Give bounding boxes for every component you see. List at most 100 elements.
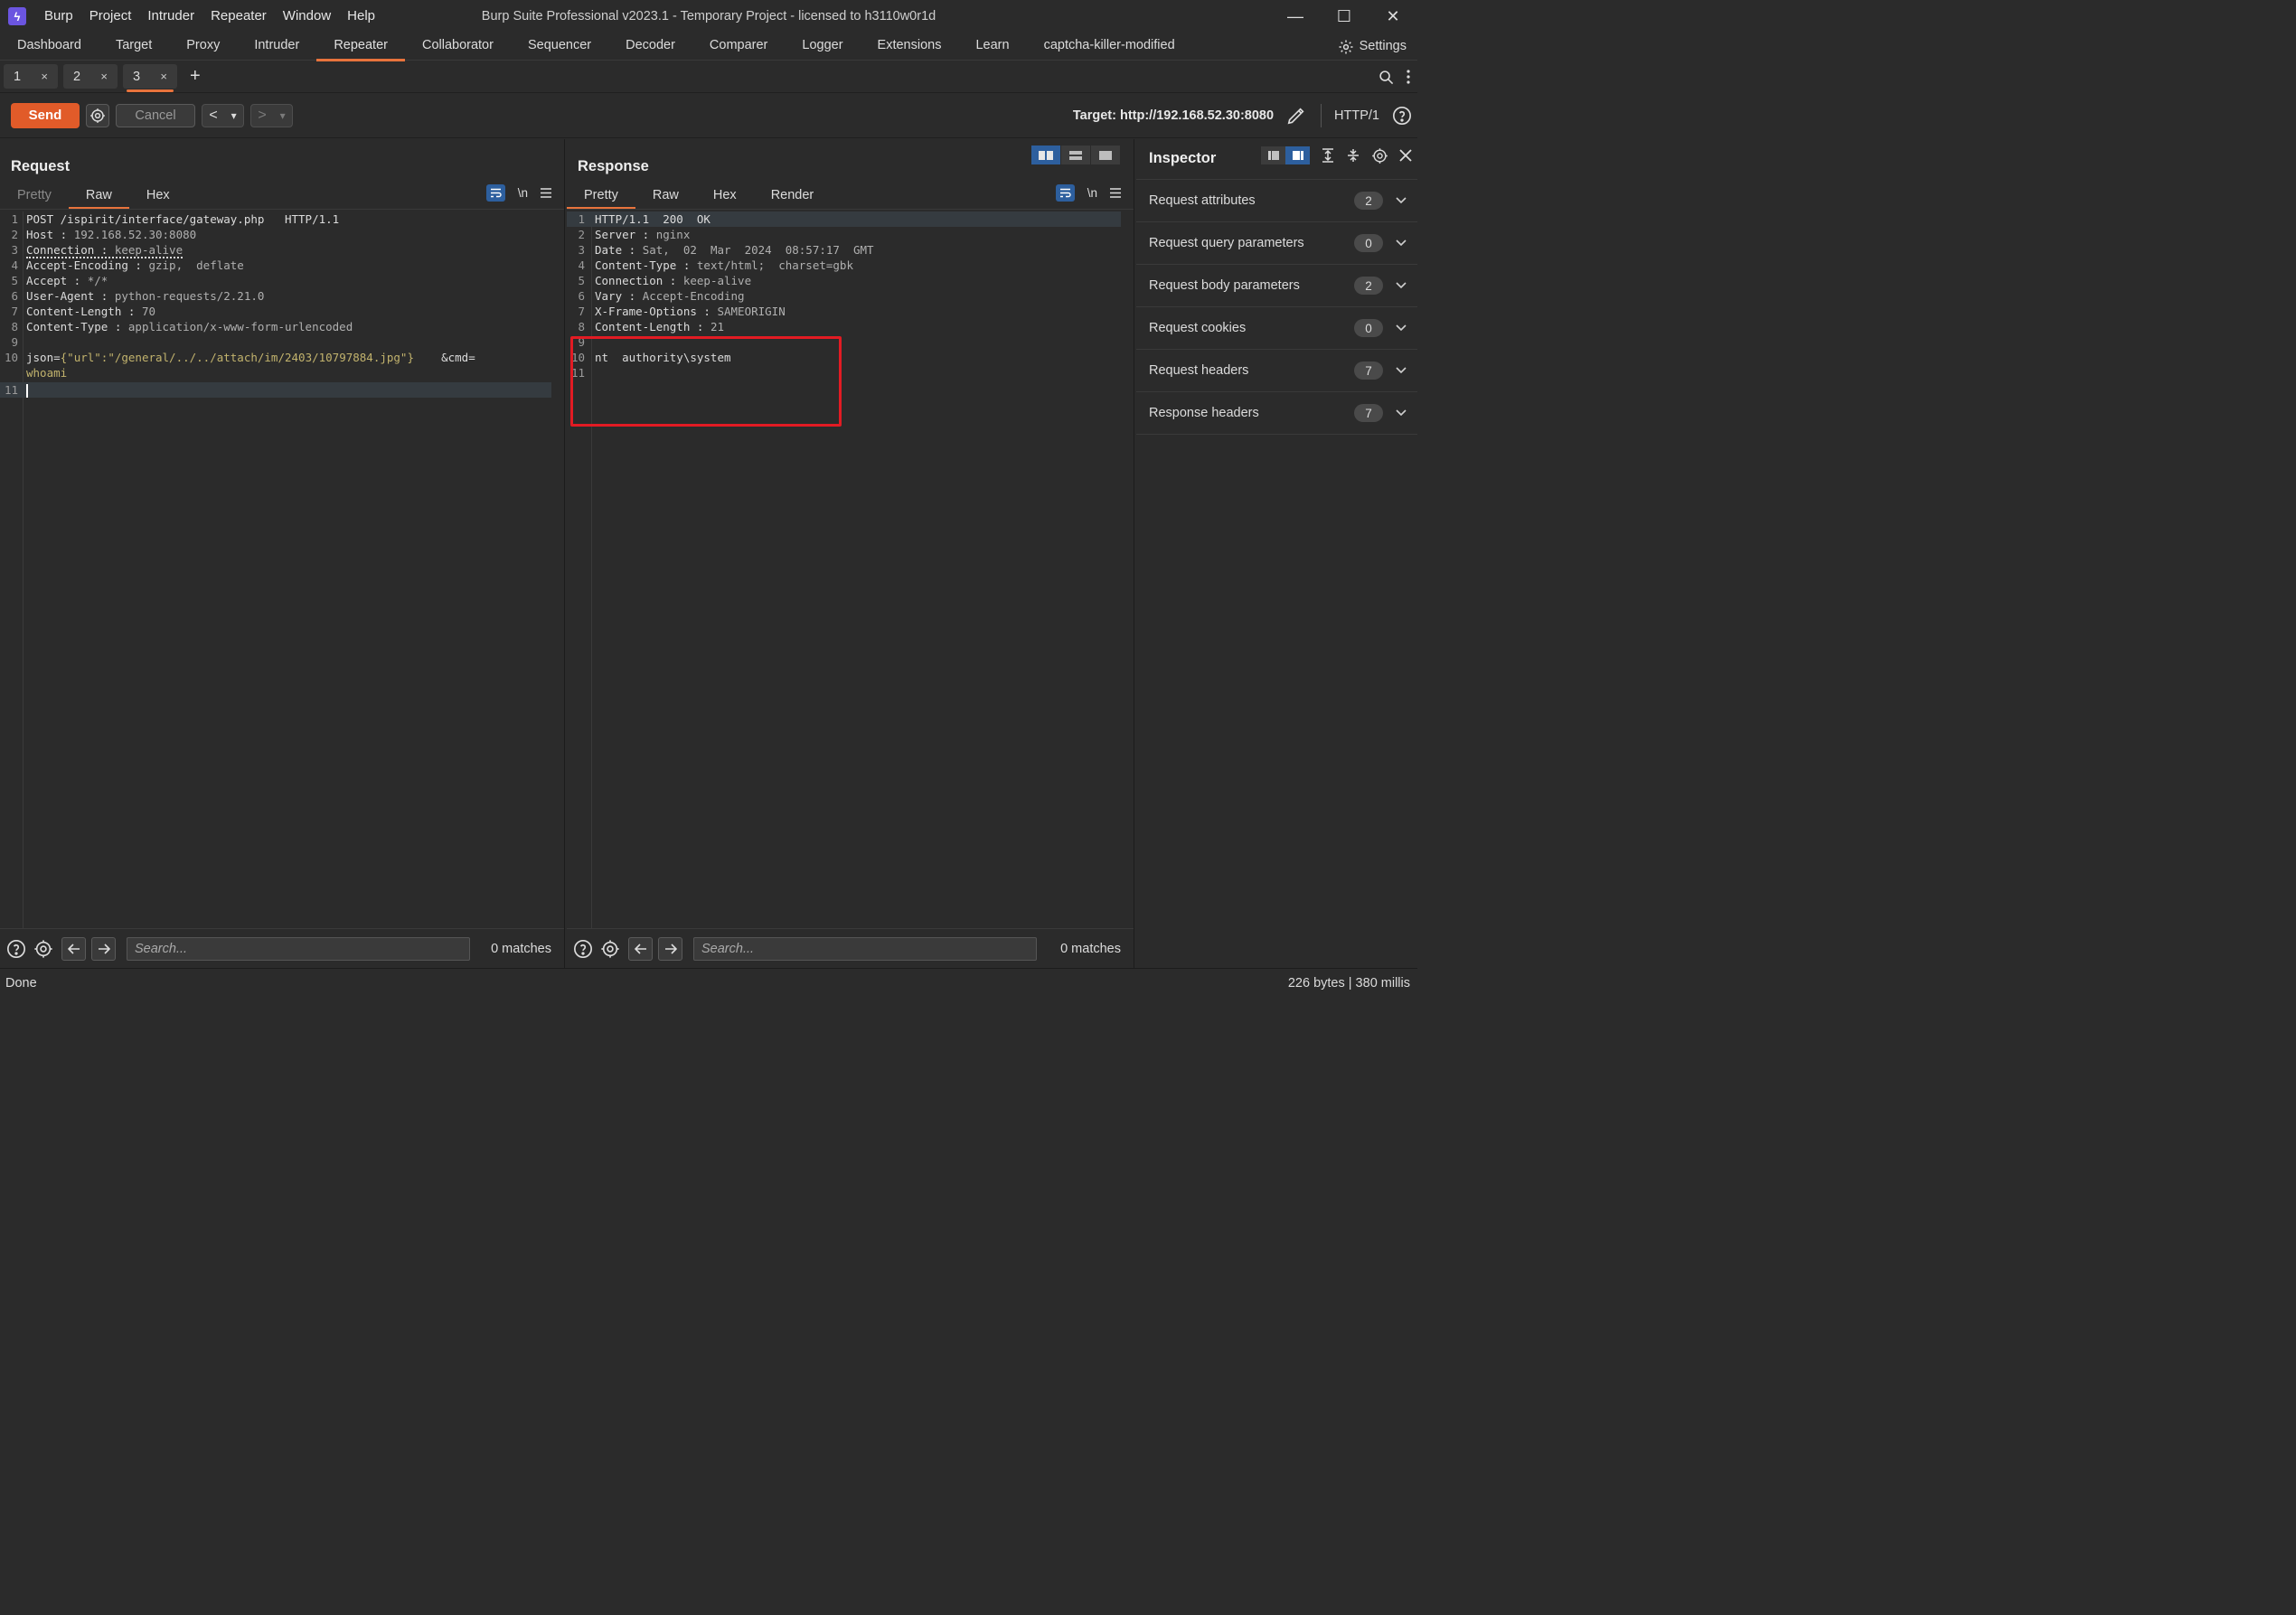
request-tab-raw[interactable]: Raw bbox=[68, 185, 129, 210]
chevron-down-icon[interactable] bbox=[1396, 282, 1407, 289]
tab-proxy[interactable]: Proxy bbox=[169, 33, 237, 60]
help-icon[interactable] bbox=[5, 938, 27, 960]
arrow-left-icon[interactable] bbox=[628, 936, 653, 961]
show-newlines-toggle[interactable]: \n bbox=[1087, 186, 1097, 200]
status-bar: Done 226 bytes | 380 millis bbox=[0, 968, 1417, 997]
header-separator: : bbox=[127, 258, 149, 272]
http-version-button[interactable]: HTTP/1 bbox=[1334, 108, 1379, 123]
chevron-down-icon[interactable] bbox=[1396, 409, 1407, 417]
inspector-section-request-headers[interactable]: Request headers 7 bbox=[1136, 350, 1417, 392]
gear-icon[interactable] bbox=[1371, 147, 1388, 164]
close-icon[interactable] bbox=[1399, 149, 1412, 162]
menu-repeater[interactable]: Repeater bbox=[202, 0, 275, 33]
wrap-lines-icon[interactable] bbox=[485, 184, 505, 202]
chevron-down-icon[interactable] bbox=[1396, 197, 1407, 204]
tab-repeater[interactable]: Repeater bbox=[316, 33, 405, 61]
response-tab-pretty[interactable]: Pretty bbox=[567, 185, 635, 210]
count-badge: 0 bbox=[1354, 234, 1383, 252]
chevron-down-icon[interactable]: ▾ bbox=[280, 109, 286, 122]
menu-window[interactable]: Window bbox=[275, 0, 339, 33]
inspector-section-response-headers[interactable]: Response headers 7 bbox=[1136, 392, 1417, 435]
response-search-input[interactable] bbox=[693, 936, 1037, 961]
close-window-button[interactable]: ✕ bbox=[1369, 0, 1417, 33]
history-forward-button[interactable]: > ▾ bbox=[250, 103, 293, 127]
arrow-right-icon[interactable] bbox=[658, 936, 682, 961]
gear-icon[interactable] bbox=[33, 938, 54, 960]
maximize-button[interactable]: ☐ bbox=[1320, 0, 1369, 33]
count-badge: 7 bbox=[1354, 404, 1383, 422]
request-settings-button[interactable] bbox=[86, 103, 109, 127]
help-icon[interactable] bbox=[1392, 106, 1412, 126]
menu-icon[interactable] bbox=[1110, 188, 1121, 198]
close-tab-icon[interactable]: × bbox=[41, 70, 48, 83]
gear-icon[interactable] bbox=[599, 938, 621, 960]
layout-toggle-group bbox=[1031, 146, 1120, 164]
header-name: User-Agent bbox=[26, 289, 95, 303]
search-icon[interactable] bbox=[1379, 70, 1394, 85]
inspector-section-request-cookies[interactable]: Request cookies 0 bbox=[1136, 307, 1417, 350]
request-tab-hex[interactable]: Hex bbox=[129, 185, 187, 210]
chevron-down-icon[interactable] bbox=[1396, 239, 1407, 247]
history-back-button[interactable]: < ▾ bbox=[202, 103, 244, 127]
chevron-down-icon[interactable] bbox=[1396, 367, 1407, 374]
wrap-lines-icon[interactable] bbox=[1055, 184, 1075, 202]
tab-learn[interactable]: Learn bbox=[958, 33, 1026, 60]
inspector-section-request-body-parameters[interactable]: Request body parameters 2 bbox=[1136, 265, 1417, 307]
layout-split-icon[interactable] bbox=[1285, 146, 1310, 164]
cancel-button[interactable]: Cancel bbox=[116, 103, 195, 127]
show-newlines-toggle[interactable]: \n bbox=[518, 186, 528, 200]
arrow-right-icon[interactable] bbox=[91, 936, 116, 961]
inspector-section-request-query-parameters[interactable]: Request query parameters 0 bbox=[1136, 222, 1417, 265]
repeater-tab-1[interactable]: 1 × bbox=[4, 64, 58, 89]
collapse-all-icon[interactable] bbox=[1346, 148, 1360, 163]
response-tab-raw[interactable]: Raw bbox=[635, 185, 696, 210]
close-tab-icon[interactable]: × bbox=[100, 70, 108, 83]
repeater-tab-2[interactable]: 2 × bbox=[63, 64, 118, 89]
response-tab-render[interactable]: Render bbox=[754, 185, 832, 210]
tab-sequencer[interactable]: Sequencer bbox=[511, 33, 608, 60]
request-search-input[interactable] bbox=[127, 936, 470, 961]
layout-tabs-icon[interactable] bbox=[1091, 146, 1120, 164]
tab-logger[interactable]: Logger bbox=[785, 33, 860, 60]
tab-collaborator[interactable]: Collaborator bbox=[405, 33, 511, 60]
text-caret bbox=[26, 382, 28, 398]
tab-intruder[interactable]: Intruder bbox=[237, 33, 316, 60]
more-vertical-icon[interactable] bbox=[1407, 70, 1410, 84]
minimize-button[interactable]: — bbox=[1271, 0, 1320, 33]
pencil-icon[interactable] bbox=[1286, 106, 1306, 126]
tab-comparer[interactable]: Comparer bbox=[692, 33, 785, 60]
close-tab-icon[interactable]: × bbox=[160, 70, 167, 83]
code-line: 4 Content-Type : text/html; charset=gbk bbox=[567, 258, 1121, 273]
layout-stacked-icon[interactable] bbox=[1061, 146, 1090, 164]
menu-burp[interactable]: Burp bbox=[36, 0, 81, 33]
tab-target[interactable]: Target bbox=[99, 33, 169, 60]
tab-captcha-killer-modified[interactable]: captcha-killer-modified bbox=[1027, 33, 1192, 60]
request-tab-pretty[interactable]: Pretty bbox=[0, 185, 69, 210]
repeater-tab-3[interactable]: 3 × bbox=[123, 64, 177, 92]
tab-dashboard[interactable]: Dashboard bbox=[0, 33, 99, 60]
response-editor[interactable]: 1 HTTP/1.1 200 OK 2 Server : nginx 3 Dat… bbox=[567, 211, 1121, 928]
chevron-down-icon[interactable] bbox=[1396, 324, 1407, 332]
request-editor[interactable]: 1 POST /ispirit/interface/gateway.php HT… bbox=[0, 211, 551, 928]
response-tab-hex[interactable]: Hex bbox=[696, 185, 754, 210]
send-button[interactable]: Send bbox=[11, 102, 80, 128]
tab-extensions[interactable]: Extensions bbox=[861, 33, 959, 60]
help-icon[interactable] bbox=[572, 938, 594, 960]
add-tab-button[interactable]: + bbox=[190, 66, 201, 87]
expand-all-icon[interactable] bbox=[1321, 148, 1335, 163]
menu-icon[interactable] bbox=[541, 188, 551, 198]
menu-project[interactable]: Project bbox=[81, 0, 140, 33]
layout-list-icon[interactable] bbox=[1261, 146, 1285, 164]
menu-intruder[interactable]: Intruder bbox=[139, 0, 202, 33]
inspector-section-request-attributes[interactable]: Request attributes 2 bbox=[1136, 180, 1417, 222]
settings-button[interactable]: Settings bbox=[1338, 33, 1407, 61]
menu-help[interactable]: Help bbox=[339, 0, 383, 33]
chevron-down-icon[interactable]: ▾ bbox=[231, 109, 237, 122]
header-separator: : bbox=[94, 243, 115, 257]
code-line: 4 Accept-Encoding : gzip, deflate bbox=[0, 258, 551, 273]
line-number: 3 bbox=[11, 243, 18, 257]
code-line-current: 1 HTTP/1.1 200 OK bbox=[567, 211, 1121, 227]
arrow-left-icon[interactable] bbox=[61, 936, 86, 961]
layout-side-by-side-icon[interactable] bbox=[1031, 146, 1060, 164]
tab-decoder[interactable]: Decoder bbox=[608, 33, 692, 60]
